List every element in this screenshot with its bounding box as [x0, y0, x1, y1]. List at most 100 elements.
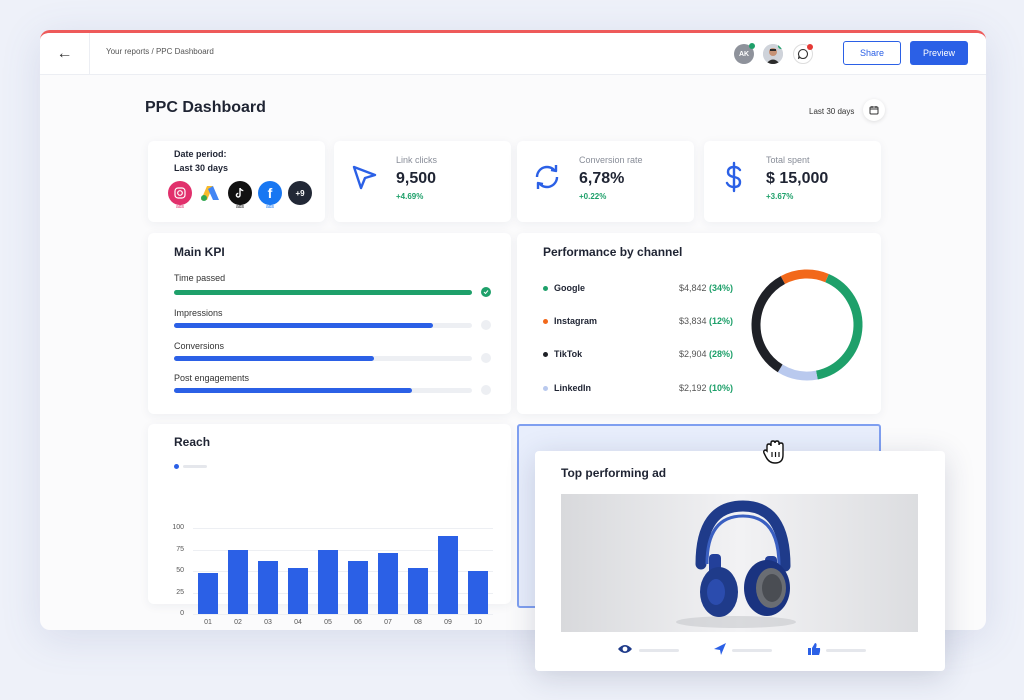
kpi-label: Link clicks — [396, 155, 438, 165]
more-platforms-badge[interactable]: +9 — [288, 181, 312, 205]
avatar-initials: AK — [738, 50, 750, 58]
reach-card: Reach 100 75 50 25 0 01 02 03 04 05 06 07 08 09 10 — [148, 424, 511, 626]
x-tick-label: 03 — [264, 619, 272, 626]
check-circle-icon — [481, 287, 491, 297]
legend-dot — [543, 286, 548, 291]
section-title: Performance by channel — [543, 245, 683, 259]
channel-percent: (28%) — [708, 349, 733, 359]
kpi-progress-bar — [174, 323, 472, 328]
main-kpi-card: Main KPI Time passed Impressions Convers… — [148, 233, 511, 414]
notification-dot — [807, 44, 813, 50]
gridline — [193, 528, 493, 529]
top-ad-card[interactable]: Top performing ad — [535, 451, 945, 671]
channel-row-instagram: Instagram $3,834 (12%) — [543, 315, 733, 329]
facebook-ads-icon: f ads — [258, 181, 282, 210]
kpi-progress-bar — [174, 356, 472, 361]
avatar[interactable]: AK — [734, 43, 755, 64]
date-period-value: Last 30 days — [174, 163, 229, 173]
reach-bar-chart: 100 75 50 25 0 01 02 03 04 05 06 07 08 09 10 — [148, 424, 511, 626]
bar-09[interactable] — [438, 535, 458, 614]
bar-05[interactable] — [318, 550, 338, 614]
y-tick-label: 25 — [176, 588, 184, 596]
kpi-progress-bar — [174, 290, 472, 295]
x-tick-label: 10 — [474, 619, 482, 626]
x-tick-label: 02 — [234, 619, 242, 626]
kpi-value: 6,78% — [579, 170, 625, 187]
donut-slice-google[interactable] — [815, 273, 863, 380]
channel-row-tiktok: TikTok $2,904 (28%) — [543, 348, 733, 362]
topbar: ← Your reports / PPC Dashboard AK Share … — [40, 33, 986, 75]
channel-name: Instagram — [554, 316, 598, 326]
share-button[interactable]: Share — [843, 41, 901, 65]
arrow-left-icon[interactable]: ← — [40, 33, 90, 75]
channel-name: TikTok — [554, 349, 583, 359]
kpi-delta: +4.69% — [396, 192, 424, 201]
online-indicator — [778, 44, 783, 49]
x-tick-label: 09 — [444, 619, 452, 626]
kpi-card-link-clicks: Link clicks 9,500 +4.69% — [334, 141, 511, 222]
kpi-progress-bar — [174, 388, 472, 393]
donut-slice-instagram[interactable] — [780, 269, 829, 285]
date-range-label[interactable]: Last 30 days — [809, 107, 854, 116]
channel-row-google: Google $4,842 (34%) — [543, 282, 733, 296]
channel-percent: (12%) — [708, 316, 733, 326]
bar-07[interactable] — [378, 552, 398, 614]
channel-percent: (34%) — [708, 283, 733, 293]
send-icon — [714, 643, 726, 655]
bar-03[interactable] — [258, 560, 278, 614]
stat-placeholder — [732, 649, 772, 652]
bar-08[interactable] — [408, 568, 428, 614]
channel-row-linkedin: LinkedIn $2,192 (10%) — [543, 382, 733, 396]
bar-02[interactable] — [228, 550, 248, 614]
donut-slice-tiktok[interactable] — [751, 276, 786, 373]
y-tick-label: 100 — [172, 524, 184, 531]
tiktok-ads-icon: ads — [228, 181, 252, 210]
online-indicator — [749, 43, 755, 49]
bar-10[interactable] — [468, 571, 488, 614]
channel-amount: $2,192 — [678, 383, 707, 393]
section-title: Top performing ad — [561, 466, 667, 480]
bar-01[interactable] — [198, 572, 218, 614]
channel-amount: $3,834 — [678, 316, 707, 326]
y-tick-label: 0 — [180, 610, 184, 617]
kpi-label: Total spent — [766, 155, 810, 165]
y-tick-label: 75 — [176, 545, 184, 553]
thumbs-up-icon — [808, 643, 821, 655]
legend-dot — [543, 386, 548, 391]
kpi-bar-label: Time passed — [174, 273, 226, 283]
breadcrumb[interactable]: Your reports / PPC Dashboard — [106, 47, 214, 56]
x-tick-label: 07 — [384, 619, 392, 626]
bar-04[interactable] — [288, 568, 308, 614]
calendar-button[interactable] — [863, 99, 885, 121]
page-title: PPC Dashboard — [145, 99, 266, 116]
channel-amount: $4,842 — [678, 283, 707, 293]
date-period-label: Date period: — [174, 149, 227, 159]
legend-dot — [543, 352, 548, 357]
x-tick-label: 06 — [354, 619, 362, 626]
x-tick-label: 05 — [324, 619, 332, 626]
kpi-delta: +0.22% — [579, 192, 607, 201]
avatar-photo[interactable] — [763, 44, 783, 64]
channel-name: LinkedIn — [554, 383, 592, 393]
refresh-icon — [535, 165, 559, 189]
headphones-image — [676, 500, 796, 628]
comments-button[interactable] — [793, 44, 813, 64]
grab-hand-icon — [762, 440, 784, 464]
kpi-value: $ 15,000 — [766, 170, 829, 187]
donut-slice-linkedin[interactable] — [777, 364, 818, 381]
pending-circle-icon — [481, 320, 491, 330]
kpi-bar-label: Impressions — [174, 308, 223, 318]
google-ads-icon — [198, 181, 222, 205]
dollar-icon — [725, 161, 742, 193]
channel-name: Google — [554, 283, 585, 293]
preview-button[interactable]: Preview — [910, 41, 968, 65]
instagram-ads-icon: ads — [168, 181, 192, 210]
section-title: Main KPI — [174, 245, 225, 259]
pending-circle-icon — [481, 385, 491, 395]
x-tick-label: 01 — [204, 619, 212, 626]
x-tick-label: 04 — [294, 619, 302, 626]
stat-placeholder — [826, 649, 866, 652]
legend-dot — [543, 319, 548, 324]
bar-06[interactable] — [348, 560, 368, 614]
ad-image — [561, 494, 918, 632]
